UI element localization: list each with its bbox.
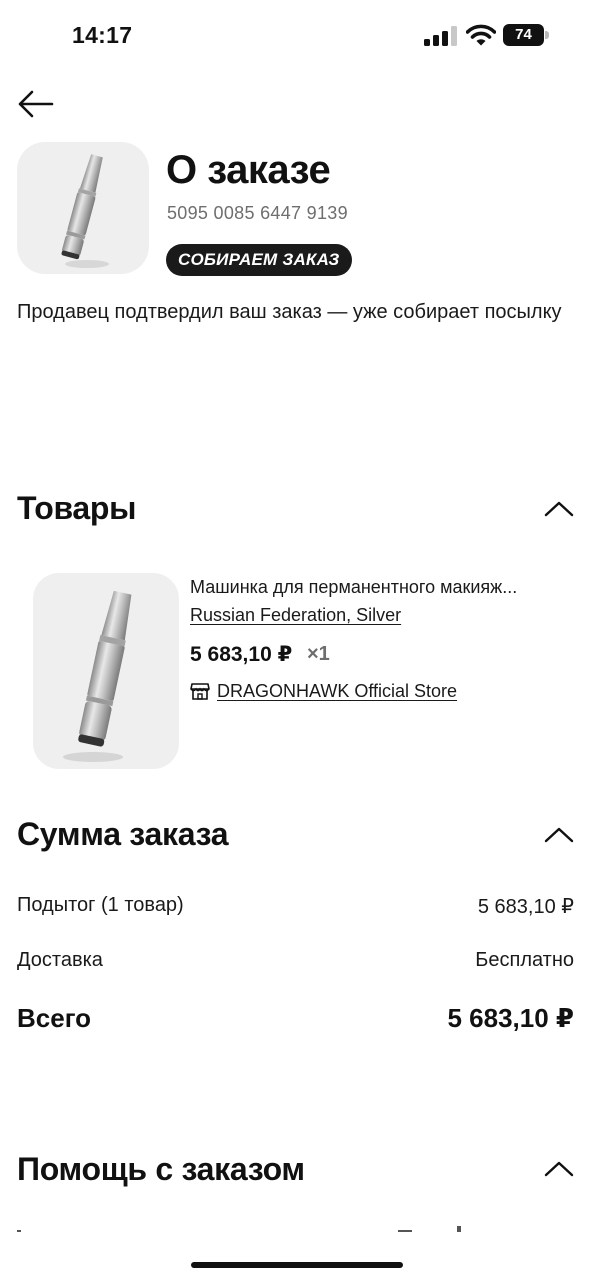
store-icon: [190, 683, 210, 700]
product-price: 5 683,10 ₽: [190, 643, 293, 666]
product-quantity: ×1: [307, 643, 330, 665]
product-title[interactable]: Машинка для перманентного макияж...: [190, 577, 517, 598]
total-label: Всего: [17, 1003, 92, 1033]
scroll-cutoff-hint: [398, 1230, 412, 1232]
product-variant-link[interactable]: Russian Federation, Silver: [190, 605, 401, 626]
home-indicator[interactable]: [191, 1262, 403, 1268]
scroll-cutoff-hint: [457, 1226, 461, 1232]
chevron-up-icon: [544, 1161, 574, 1177]
summary-section-title: Сумма заказа: [17, 816, 229, 852]
products-section-toggle[interactable]: [543, 499, 575, 519]
status-badge: СОБИРАЕМ ЗАКАЗ: [166, 244, 352, 276]
page-title: О заказе: [166, 148, 331, 192]
delivery-label: Доставка: [17, 949, 103, 971]
battery-cap: [545, 31, 549, 39]
products-section-title: Товары: [17, 490, 137, 526]
wifi-icon: [466, 24, 496, 46]
chevron-up-icon: [544, 827, 574, 843]
order-number: 5095 0085 6447 9139: [167, 203, 348, 223]
delivery-value: Бесплатно: [475, 949, 574, 971]
signal-icon: [424, 26, 457, 46]
battery-icon: 74: [503, 24, 549, 46]
subtotal-label: Подытог (1 товар): [17, 894, 184, 916]
tattoo-machine-image: [63, 590, 132, 762]
back-button[interactable]: [16, 86, 56, 122]
scroll-cutoff-hint: [17, 1230, 21, 1232]
status-description: Продавец подтвердил ваш заказ — уже соби…: [17, 301, 562, 323]
order-product-thumbnail[interactable]: [17, 142, 149, 274]
battery-level: 74: [503, 24, 544, 46]
tattoo-machine-image: [61, 154, 109, 268]
help-section-toggle[interactable]: [543, 1159, 575, 1179]
status-bar: 14:17 74: [0, 0, 592, 70]
arrow-left-icon: [18, 90, 54, 118]
total-value: 5 683,10 ₽: [447, 1003, 574, 1033]
summary-section-toggle[interactable]: [543, 825, 575, 845]
chevron-up-icon: [544, 501, 574, 517]
store-link[interactable]: DRAGONHAWK Official Store: [217, 681, 457, 702]
help-section-title: Помощь с заказом: [17, 1151, 305, 1187]
status-time: 14:17: [72, 22, 133, 48]
subtotal-value: 5 683,10 ₽: [477, 896, 574, 918]
product-thumbnail[interactable]: [33, 573, 179, 769]
